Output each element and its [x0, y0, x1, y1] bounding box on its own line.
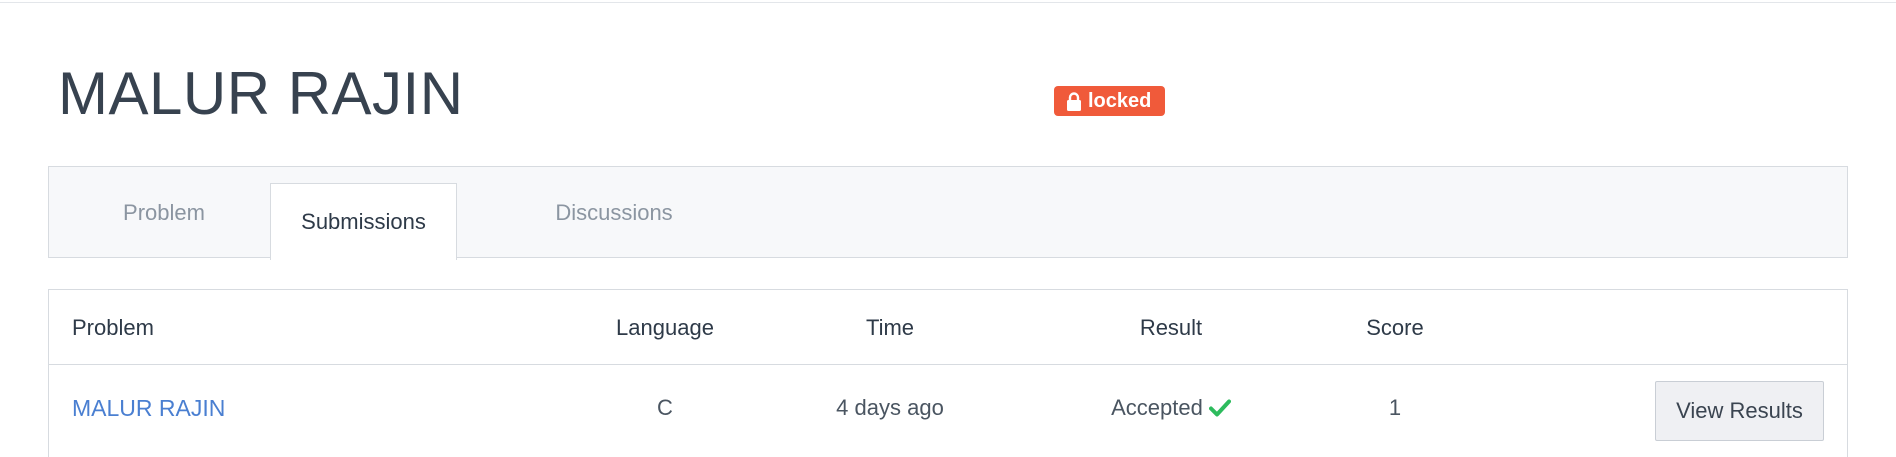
cell-time: 4 days ago — [836, 395, 944, 420]
view-results-button[interactable]: View Results — [1655, 381, 1824, 441]
tab-discussions[interactable]: Discussions — [529, 167, 699, 259]
submissions-table: Problem Language Time Result Score MALUR… — [48, 289, 1848, 457]
column-header-time: Time — [865, 315, 915, 340]
top-divider — [0, 2, 1896, 3]
page-title: MALUR RAJIN — [58, 60, 464, 127]
column-header-result: Result — [1139, 315, 1203, 340]
column-header-score: Score — [1366, 315, 1424, 340]
table-row: MALUR RAJIN C 4 days ago Accepted 1 View… — [49, 365, 1847, 457]
result-label: Accepted — [1111, 395, 1203, 420]
tab-submissions[interactable]: Submissions — [270, 183, 457, 260]
badge-label: locked — [1088, 89, 1152, 112]
cell-language: C — [657, 395, 673, 420]
submissions-page: MALUR RAJIN locked Problem Submissions D… — [0, 0, 1896, 457]
locked-badge: locked — [1054, 86, 1166, 116]
cell-result: Accepted — [1075, 395, 1267, 421]
lock-icon — [1067, 91, 1081, 111]
column-header-language: Language — [616, 315, 714, 340]
tab-problem[interactable]: Problem — [89, 167, 239, 259]
column-header-problem: Problem — [72, 315, 154, 340]
tabs-bar: Problem Submissions Discussions — [48, 166, 1848, 260]
check-icon — [1208, 399, 1231, 417]
table-header: Problem Language Time Result Score — [49, 290, 1847, 365]
problem-link[interactable]: MALUR RAJIN — [72, 395, 225, 422]
cell-score: 1 — [1388, 395, 1402, 420]
